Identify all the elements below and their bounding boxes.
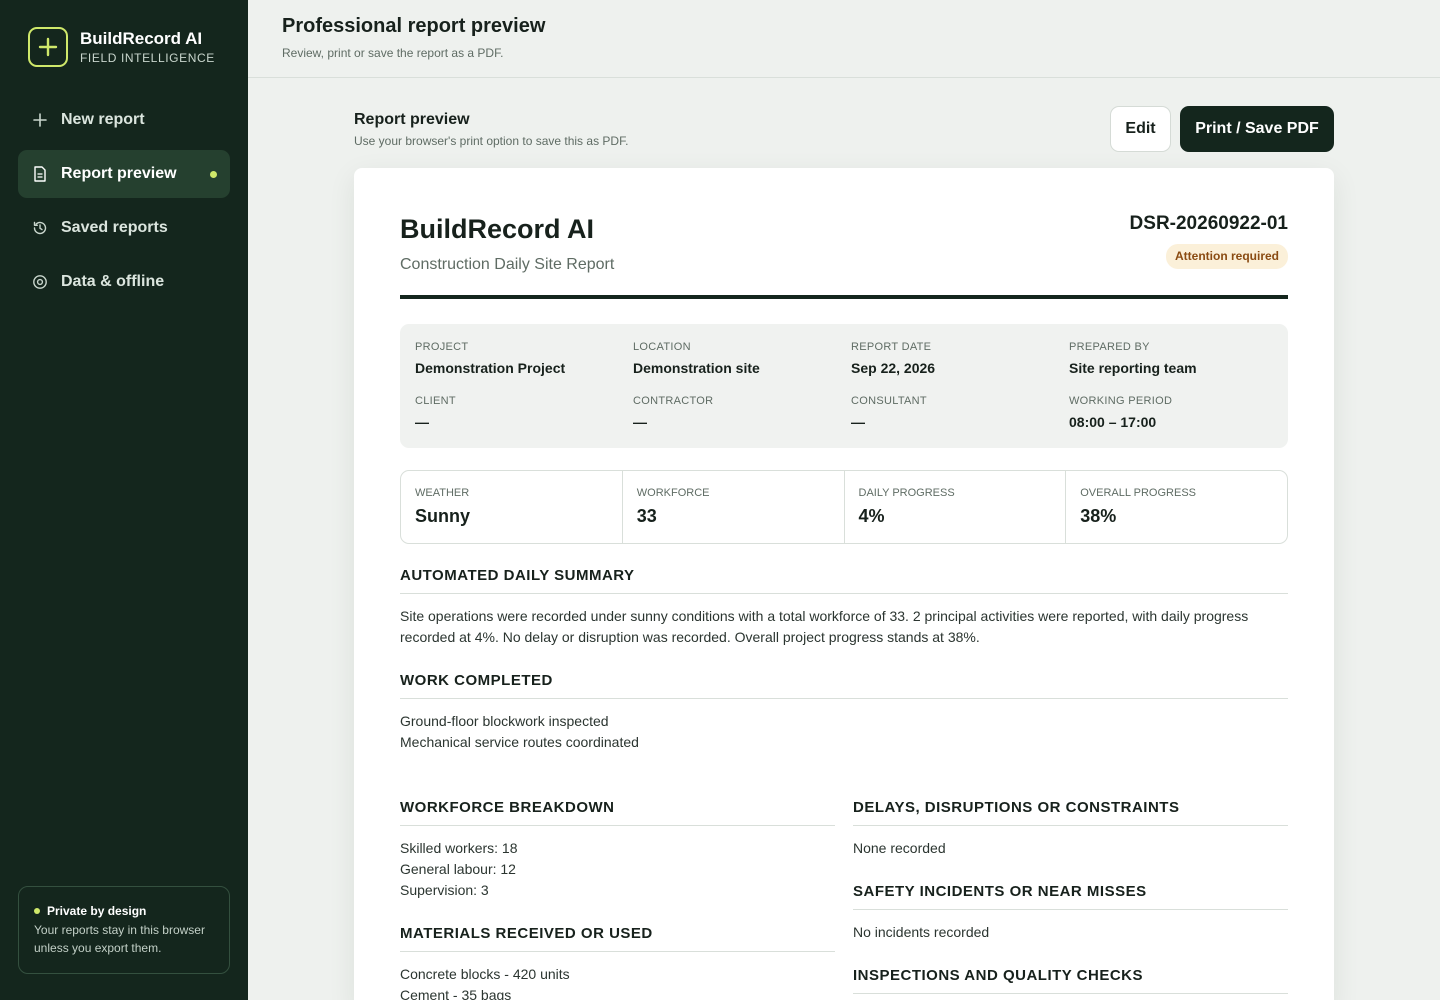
header-divider	[400, 295, 1288, 299]
list-item: Supervision: 3	[400, 882, 489, 898]
meta-report-date: Report date Sep 22, 2026	[851, 341, 936, 376]
privacy-text: Your reports stay in this browser unless…	[34, 923, 205, 955]
meta-prepared-by: Prepared by Site reporting team	[1069, 341, 1197, 376]
stat-daily-progress: Daily progress 4%	[845, 471, 1067, 543]
sidebar-item-new-report[interactable]: New report	[18, 96, 230, 144]
active-indicator-dot	[210, 171, 217, 178]
privacy-notice: Private by design Your reports stay in t…	[18, 886, 230, 974]
brand[interactable]: BuildRecord AI FIELD INTELLIGENCE	[28, 27, 215, 67]
document-icon	[32, 166, 48, 182]
section-work-completed: Work completed Ground-floor blockwork in…	[400, 672, 1288, 753]
section-safety: Safety incidents or near misses No incid…	[853, 883, 1288, 943]
status-badge: Attention required	[1166, 244, 1288, 269]
report-stats: Weather Sunny Workforce 33 Daily progres…	[400, 470, 1288, 544]
section-heading: Automated daily summary	[400, 567, 1288, 594]
section-heading: Materials received or used	[400, 925, 835, 952]
sidebar-nav: New report Report preview Saved reports …	[18, 96, 230, 312]
section-heading: Safety incidents or near misses	[853, 883, 1288, 910]
sidebar-item-saved-reports[interactable]: Saved reports	[18, 204, 230, 252]
sidebar: BuildRecord AI FIELD INTELLIGENCE New re…	[0, 0, 248, 1000]
status-dot	[34, 908, 40, 914]
section-heading: Work completed	[400, 672, 1288, 699]
meta-project: Project Demonstration Project	[415, 341, 566, 376]
section-workforce-breakdown: Workforce breakdown Skilled workers: 18 …	[400, 799, 835, 901]
sidebar-item-label: Report preview	[61, 165, 177, 182]
sidebar-item-report-preview[interactable]: Report preview	[18, 150, 230, 198]
section-materials: Materials received or used Concrete bloc…	[400, 925, 835, 1000]
stat-workforce: Workforce 33	[623, 471, 845, 543]
report-id: DSR-20260922-01	[1129, 213, 1288, 234]
list-item: No incidents recorded	[853, 924, 990, 940]
page-title: Professional report preview	[282, 15, 546, 37]
privacy-title: Private by design	[47, 904, 147, 918]
preview-subtitle: Use your browser's print option to save …	[354, 134, 629, 148]
report-type: Construction Daily Site Report	[400, 256, 615, 273]
list-item: Mechanical service routes coordinated	[400, 734, 639, 750]
list-item: Ground-floor blockwork inspected	[400, 713, 609, 729]
brand-name: BuildRecord AI	[80, 29, 203, 48]
plus-icon	[32, 112, 48, 128]
section-delays: Delays, disruptions or constraints None …	[853, 799, 1288, 859]
sidebar-item-label: New report	[61, 111, 145, 128]
list-item: Cement - 35 bags	[400, 987, 512, 1000]
section-heading: Workforce breakdown	[400, 799, 835, 826]
list-item: Skilled workers: 18	[400, 840, 518, 856]
sidebar-item-label: Saved reports	[61, 219, 168, 236]
sidebar-item-label: Data & offline	[61, 273, 165, 290]
section-heading: Delays, disruptions or constraints	[853, 799, 1288, 826]
list-item: Concrete blocks - 420 units	[400, 966, 570, 982]
page-header: Professional report preview Review, prin…	[248, 0, 1440, 78]
preview-title: Report preview	[354, 111, 470, 128]
report-document: BuildRecord AI Construction Daily Site R…	[354, 168, 1334, 1000]
sidebar-item-data-offline[interactable]: Data & offline	[18, 258, 230, 306]
brand-plus-icon	[28, 27, 68, 67]
brand-tagline: FIELD INTELLIGENCE	[80, 51, 215, 65]
history-icon	[32, 220, 48, 236]
print-save-pdf-button[interactable]: Print / Save PDF	[1180, 106, 1334, 152]
stat-overall-progress: Overall progress 38%	[1080, 487, 1196, 526]
section-inspections: Inspections and quality checks	[853, 967, 1288, 994]
meta-working-period: Working period 08:00 – 17:00	[1069, 395, 1173, 430]
stat-weather: Weather Sunny	[401, 471, 623, 543]
list-item: None recorded	[853, 840, 946, 856]
edit-button[interactable]: Edit	[1110, 106, 1171, 152]
page-subtitle: Review, print or save the report as a PD…	[282, 46, 504, 60]
report-brand: BuildRecord AI	[400, 214, 595, 244]
meta-consultant: Consultant —	[851, 395, 927, 430]
list-item: General labour: 12	[400, 861, 516, 877]
gear-icon	[32, 274, 48, 290]
section-daily-summary: Automated daily summary Site operations …	[400, 567, 1288, 648]
meta-contractor: Contractor —	[633, 395, 714, 430]
report-meta-panel: Project Demonstration Project Location D…	[400, 324, 1288, 448]
section-heading: Inspections and quality checks	[853, 967, 1288, 994]
meta-client: Client —	[415, 395, 456, 430]
summary-text: Site operations were recorded under sunn…	[400, 608, 1249, 645]
meta-location: Location Demonstration site	[633, 341, 760, 376]
